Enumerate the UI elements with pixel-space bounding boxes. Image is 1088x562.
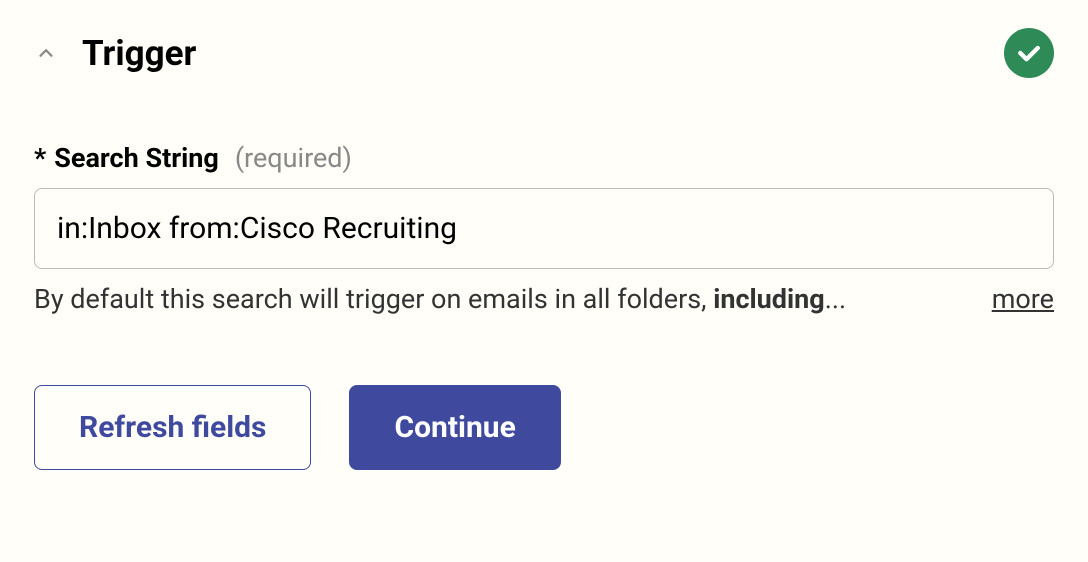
required-asterisk: * <box>34 142 46 174</box>
helper-row: By default this search will trigger on e… <box>34 283 1054 315</box>
section-header-left: Trigger <box>34 33 196 74</box>
continue-button[interactable]: Continue <box>349 385 560 470</box>
field-label: Search String <box>54 142 219 174</box>
section-header: Trigger <box>34 28 1054 78</box>
helper-text-suffix: ... <box>825 283 846 315</box>
helper-text-prefix: By default this search will trigger on e… <box>34 283 713 315</box>
more-link[interactable]: more <box>992 283 1054 315</box>
check-circle-icon <box>1004 28 1054 78</box>
search-string-input[interactable] <box>34 188 1054 269</box>
refresh-fields-button[interactable]: Refresh fields <box>34 385 311 470</box>
chevron-up-icon[interactable] <box>34 41 58 65</box>
button-row: Refresh fields Continue <box>34 385 1054 470</box>
section-title: Trigger <box>82 33 196 74</box>
helper-text: By default this search will trigger on e… <box>34 283 846 315</box>
helper-text-bold: including <box>713 283 825 315</box>
field-label-row: * Search String (required) <box>34 142 1054 174</box>
required-indicator: (required) <box>235 142 352 174</box>
